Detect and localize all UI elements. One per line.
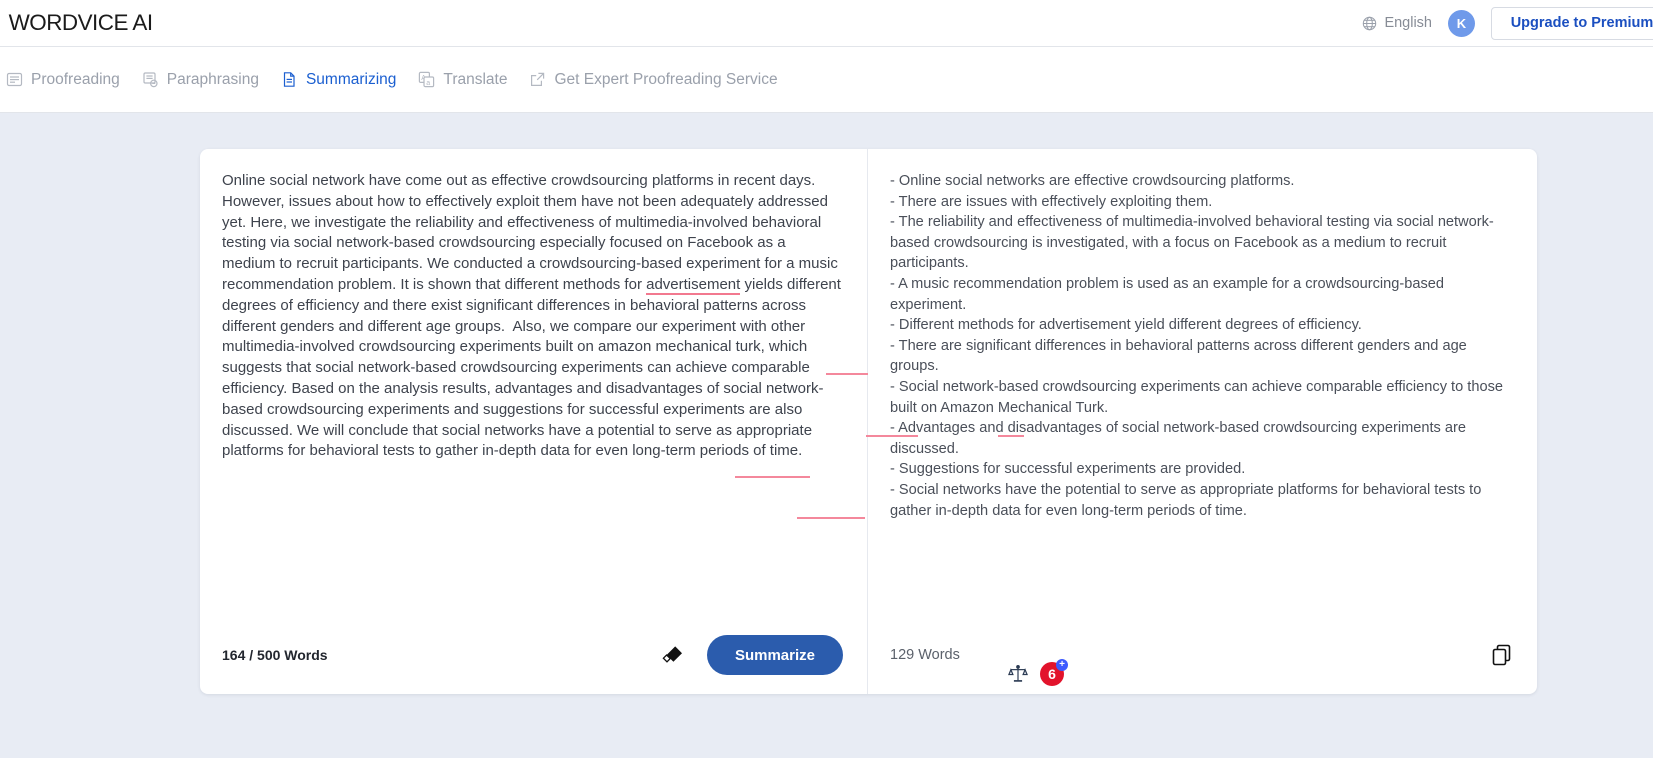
credit-count: 6 — [1048, 666, 1056, 682]
annotation-mark — [826, 373, 868, 375]
summary-pane-actions — [1491, 643, 1513, 667]
tab-expert-proofreading-service[interactable]: Get Expert Proofreading Service — [529, 70, 778, 89]
tab-label-proofreading: Proofreading — [31, 70, 120, 88]
translate-icon: A a — [418, 71, 435, 88]
credit-plus-icon: + — [1056, 659, 1068, 671]
source-pane-footer: 164 / 500 Words Summarize — [200, 616, 867, 694]
language-label: English — [1384, 15, 1432, 31]
svg-text:a: a — [427, 80, 431, 87]
tab-proofreading[interactable]: Proofreading — [6, 71, 120, 89]
summary-mini-actions: 6 + — [1008, 659, 1068, 686]
summary-word-count: 129 Words — [890, 647, 960, 663]
paraphrasing-icon — [142, 71, 159, 88]
copy-icon[interactable] — [1491, 643, 1513, 667]
annotation-mark — [735, 476, 810, 478]
credit-badge[interactable]: 6 + — [1040, 659, 1068, 686]
annotation-mark — [797, 517, 865, 519]
tab-label-summarizing: Summarizing — [305, 70, 397, 88]
page-body: Online social network have come out as e… — [0, 113, 1653, 758]
app-logo[interactable]: WORDVICE AI — [9, 10, 154, 36]
balance-scale-icon[interactable] — [1008, 663, 1028, 685]
source-textarea[interactable]: Online social network have come out as e… — [222, 171, 843, 462]
top-header-bar: WORDVICE AI English K Upgrade to Premium — [0, 0, 1653, 47]
language-selector[interactable]: English — [1362, 15, 1432, 31]
source-pane-actions: Summarize — [661, 635, 843, 675]
tab-label-translate: Translate — [443, 70, 508, 88]
source-word-count: 164 / 500 Words — [222, 647, 328, 663]
summary-result-pane: - Online social networks are effective c… — [826, 149, 1537, 694]
tab-label-expert-service: Get Expert Proofreading Service — [554, 70, 778, 88]
tab-paraphrasing[interactable]: Paraphrasing — [142, 71, 259, 89]
source-text-part-1: Online social network have come out as e… — [222, 172, 843, 293]
upgrade-to-premium-button[interactable]: Upgrade to Premium — [1491, 6, 1653, 40]
external-link-icon — [529, 71, 546, 88]
tab-translate[interactable]: A a Translate — [418, 71, 507, 89]
proofreading-icon — [6, 71, 23, 88]
tool-tab-bar: Proofreading Paraphrasing Summarizing a … — [0, 47, 1653, 113]
misspelled-word[interactable]: advertisement — [646, 275, 741, 295]
tab-summarizing[interactable]: Summarizing — [281, 71, 396, 89]
tab-label-paraphrasing: Paraphrasing — [166, 70, 259, 88]
summarizer-card: Online social network have come out as e… — [200, 149, 1537, 694]
eraser-icon[interactable] — [661, 643, 685, 667]
globe-icon — [1362, 16, 1377, 31]
source-text-pane: Online social network have come out as e… — [200, 149, 1024, 694]
summarizing-icon — [281, 71, 298, 88]
summary-pane-footer: 129 Words 6 + — [868, 616, 1537, 694]
source-text-part-2: yields different degrees of efficiency a… — [222, 275, 846, 460]
avatar[interactable]: K — [1448, 9, 1475, 37]
summarize-button[interactable]: Summarize — [706, 635, 843, 675]
summary-output[interactable]: - Online social networks are effective c… — [890, 171, 1513, 521]
header-right-group: English K Upgrade to Premium — [1362, 6, 1653, 40]
